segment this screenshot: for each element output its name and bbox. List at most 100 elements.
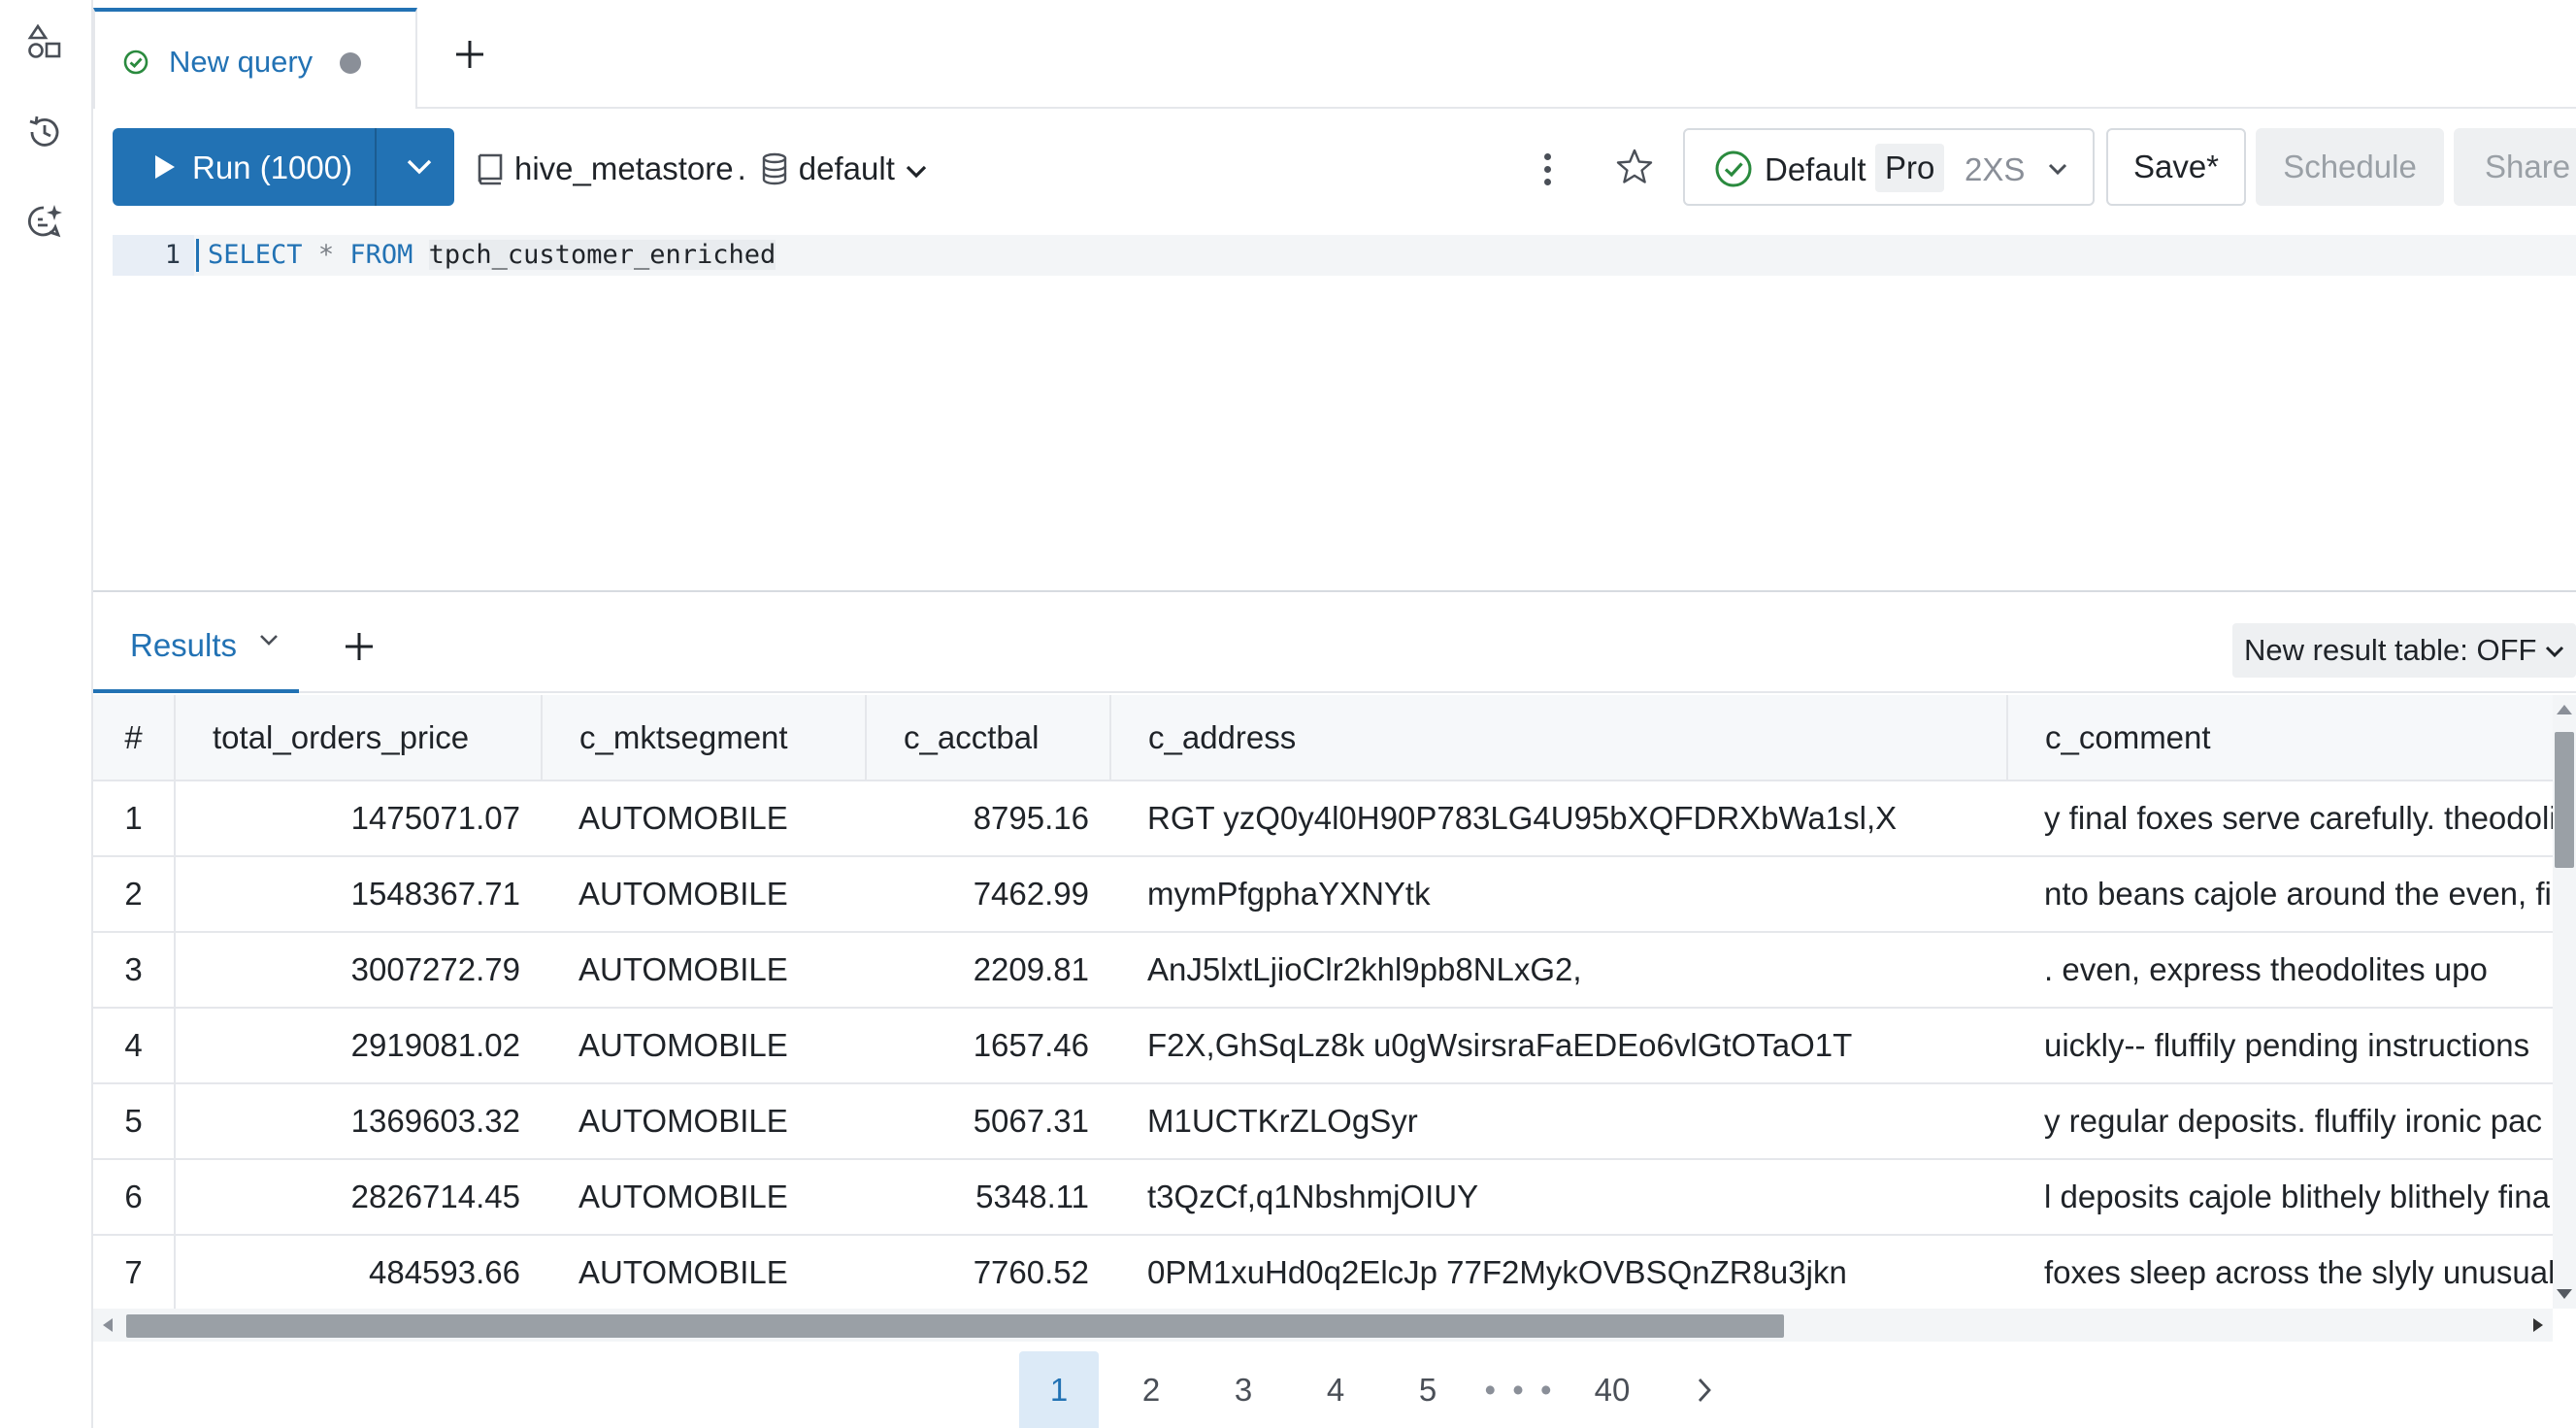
- keyword-select: SELECT: [208, 240, 303, 270]
- table-cell[interactable]: AUTOMOBILE: [542, 1235, 866, 1309]
- unsaved-indicator: [340, 52, 361, 74]
- database-icon: [758, 149, 791, 188]
- table-cell[interactable]: AnJ5lxtLjioClr2khl9pb8NLxG2,: [1110, 932, 2007, 1009]
- warehouse-tier-badge: Pro: [1875, 144, 1945, 192]
- sql-editor[interactable]: 1 SELECT * FROM tpch_customer_enriched: [113, 235, 2576, 276]
- table-cell[interactable]: . even, express theodolites upo: [2007, 932, 2553, 1009]
- table-cell[interactable]: 1475071.07: [175, 780, 542, 857]
- page-button-last[interactable]: 40: [1572, 1351, 1652, 1428]
- next-page-button[interactable]: [1665, 1351, 1744, 1428]
- table-cell[interactable]: foxes sleep across the slyly unusual: [2007, 1235, 2553, 1309]
- history-icon[interactable]: [21, 109, 68, 155]
- table-cell[interactable]: y final foxes serve carefully. theodolit…: [2007, 780, 2553, 857]
- table-cell[interactable]: 0PM1xuHd0q2ElcJp 77F2MykOVBSQnZR8u3jkn: [1110, 1235, 2007, 1309]
- column-header[interactable]: c_address: [1110, 695, 2008, 781]
- page-button[interactable]: 5: [1388, 1351, 1468, 1428]
- page-button[interactable]: 4: [1296, 1351, 1375, 1428]
- more-options-icon[interactable]: [1528, 146, 1567, 192]
- table-cell[interactable]: l deposits cajole blithely blithely fina: [2007, 1159, 2553, 1236]
- tab-results[interactable]: Results: [93, 592, 299, 693]
- table-cell[interactable]: uickly-- fluffily pending instructions: [2007, 1008, 2553, 1084]
- scroll-left-arrow-icon[interactable]: [103, 1318, 113, 1332]
- table-cell[interactable]: 8795.16: [866, 780, 1110, 857]
- results-tab-bar: Results New result table: OFF: [93, 592, 2576, 693]
- table-cell[interactable]: F2X,GhSqLz8k u0gWsirsraFaEDEo6vlGtOTaO1T: [1110, 1008, 2007, 1084]
- new-result-table-toggle[interactable]: New result table: OFF: [2232, 623, 2576, 678]
- table-cell[interactable]: AUTOMOBILE: [542, 1083, 866, 1160]
- page-button[interactable]: 3: [1204, 1351, 1283, 1428]
- table-cell[interactable]: nto beans cajole around the even, fi: [2007, 856, 2553, 933]
- table-cell[interactable]: t3QzCf,q1NbshmjOIUY: [1110, 1159, 2007, 1236]
- share-button[interactable]: Share: [2454, 128, 2576, 206]
- table-row: 6 2826714.45 AUTOMOBILE 5348.11 t3QzCf,q…: [93, 1159, 2553, 1236]
- schedule-button[interactable]: Schedule: [2256, 128, 2444, 206]
- pagination-ellipsis: • • •: [1484, 1371, 1556, 1408]
- horizontal-scrollbar[interactable]: [93, 1309, 2553, 1342]
- table-cell[interactable]: 3007272.79: [175, 932, 542, 1009]
- table-cell[interactable]: 1548367.71: [175, 856, 542, 933]
- table-cell[interactable]: AUTOMOBILE: [542, 780, 866, 857]
- shapes-icon[interactable]: [21, 19, 68, 66]
- table-cell[interactable]: M1UCTKrZLOgSyr: [1110, 1083, 2007, 1160]
- row-index: 4: [93, 1008, 176, 1084]
- catalog-schema-selector[interactable]: hive_metastore . default: [474, 144, 928, 194]
- run-button[interactable]: Run (1000): [113, 128, 454, 206]
- table-cell[interactable]: 1369603.32: [175, 1083, 542, 1160]
- column-header[interactable]: c_mktsegment: [542, 695, 867, 781]
- table-cell[interactable]: 5067.31: [866, 1083, 1110, 1160]
- page-button[interactable]: 2: [1111, 1351, 1191, 1428]
- scroll-right-arrow-icon[interactable]: [2533, 1318, 2543, 1332]
- table-cell[interactable]: 5348.11: [866, 1159, 1110, 1236]
- chevron-down-icon[interactable]: [258, 633, 280, 653]
- table-cell[interactable]: AUTOMOBILE: [542, 856, 866, 933]
- add-visualization-button[interactable]: [332, 619, 386, 674]
- page-button-current[interactable]: 1: [1019, 1351, 1099, 1428]
- horizontal-scroll-thumb[interactable]: [126, 1314, 1784, 1338]
- row-index: 7: [93, 1235, 176, 1309]
- row-index: 2: [93, 856, 176, 933]
- warehouse-status-icon: [1714, 149, 1753, 193]
- scroll-down-arrow-icon[interactable]: [2557, 1289, 2572, 1299]
- table-cell[interactable]: 1657.46: [866, 1008, 1110, 1084]
- table-cell[interactable]: AUTOMOBILE: [542, 1159, 866, 1236]
- column-header[interactable]: total_orders_price: [175, 695, 543, 781]
- table-cell[interactable]: 2919081.02: [175, 1008, 542, 1084]
- save-button[interactable]: Save*: [2106, 128, 2246, 206]
- vertical-scrollbar[interactable]: [2553, 695, 2576, 1309]
- tab-label: New query: [169, 45, 314, 79]
- vertical-scroll-thumb[interactable]: [2555, 732, 2574, 868]
- results-tab-label: Results: [130, 627, 238, 663]
- table-row: 2 1548367.71 AUTOMOBILE 7462.99 mymPfgph…: [93, 856, 2553, 933]
- favorite-star-icon[interactable]: [1611, 144, 1658, 190]
- warehouse-name: Default: [1765, 151, 1866, 187]
- check-circle-icon: [122, 49, 149, 81]
- operator-star: *: [317, 240, 335, 270]
- warehouse-size: 2XS: [1965, 151, 2026, 187]
- table-cell[interactable]: RGT yzQ0y4l0H90P783LG4U95bXQFDRXbWa1sl,X: [1110, 780, 2007, 857]
- table-cell[interactable]: 2209.81: [866, 932, 1110, 1009]
- new-result-table-label: New result table: OFF: [2244, 633, 2537, 667]
- add-tab-button[interactable]: [443, 27, 497, 82]
- table-cell[interactable]: 7462.99: [866, 856, 1110, 933]
- table-cell[interactable]: 2826714.45: [175, 1159, 542, 1236]
- tab-new-query[interactable]: New query: [93, 8, 417, 109]
- table-cell[interactable]: mymPfgphaYXNYtk: [1110, 856, 2007, 933]
- column-header[interactable]: c_comment: [2007, 695, 2553, 781]
- assistant-icon[interactable]: [21, 198, 68, 245]
- table-cell[interactable]: 7760.52: [866, 1235, 1110, 1309]
- catalog-name: hive_metastore: [514, 150, 734, 186]
- scroll-up-arrow-icon[interactable]: [2557, 705, 2572, 714]
- table-cell[interactable]: 484593.66: [175, 1235, 542, 1309]
- table-row: 3 3007272.79 AUTOMOBILE 2209.81 AnJ5lxtL…: [93, 932, 2553, 1009]
- run-options-chevron-icon[interactable]: [400, 151, 439, 183]
- column-header[interactable]: c_acctbal: [866, 695, 1111, 781]
- table-cell[interactable]: y regular deposits. fluffily ironic pac: [2007, 1083, 2553, 1160]
- row-index: 5: [93, 1083, 176, 1160]
- warehouse-selector[interactable]: Default Pro 2XS: [1683, 128, 2095, 206]
- row-index: 6: [93, 1159, 176, 1236]
- play-icon: [155, 155, 175, 179]
- keyword-from: FROM: [349, 240, 413, 270]
- catalog-icon: [474, 149, 507, 188]
- table-cell[interactable]: AUTOMOBILE: [542, 1008, 866, 1084]
- table-cell[interactable]: AUTOMOBILE: [542, 932, 866, 1009]
